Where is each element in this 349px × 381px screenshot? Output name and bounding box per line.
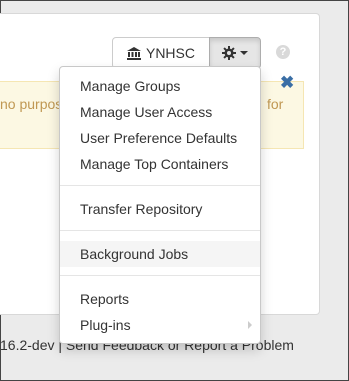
menu-item-transfer-repository[interactable]: Transfer Repository xyxy=(60,196,260,222)
repository-label: YNHSC xyxy=(145,45,195,61)
settings-dropdown-toggle[interactable] xyxy=(209,37,261,69)
close-icon[interactable]: ✖ xyxy=(280,74,294,91)
menu-item-manage-user-access[interactable]: Manage User Access xyxy=(60,99,260,125)
menu-divider xyxy=(60,275,260,276)
menu-item-user-preference-defaults[interactable]: User Preference Defaults xyxy=(60,125,260,151)
menu-item-plug-ins-label: Plug-ins xyxy=(80,317,131,333)
menu-divider xyxy=(60,185,260,186)
repository-button[interactable]: YNHSC xyxy=(112,37,210,69)
menu-item-plug-ins[interactable]: Plug-ins xyxy=(60,312,260,338)
chevron-down-icon xyxy=(240,51,248,55)
menu-item-manage-groups[interactable]: Manage Groups xyxy=(60,73,260,99)
help-icon[interactable]: ? xyxy=(276,45,290,59)
settings-dropdown-menu: Manage Groups Manage User Access User Pr… xyxy=(59,66,261,344)
menu-divider xyxy=(60,230,260,231)
menu-item-background-jobs[interactable]: Background Jobs xyxy=(60,241,260,267)
bank-icon xyxy=(126,46,141,60)
alert-text-left: no purpos xyxy=(0,96,63,112)
menu-item-reports[interactable]: Reports xyxy=(60,286,260,312)
alert-text-right: for xyxy=(267,96,284,112)
gear-icon xyxy=(222,46,236,60)
chevron-right-icon xyxy=(248,321,252,329)
menu-item-manage-top-containers[interactable]: Manage Top Containers xyxy=(60,151,260,177)
